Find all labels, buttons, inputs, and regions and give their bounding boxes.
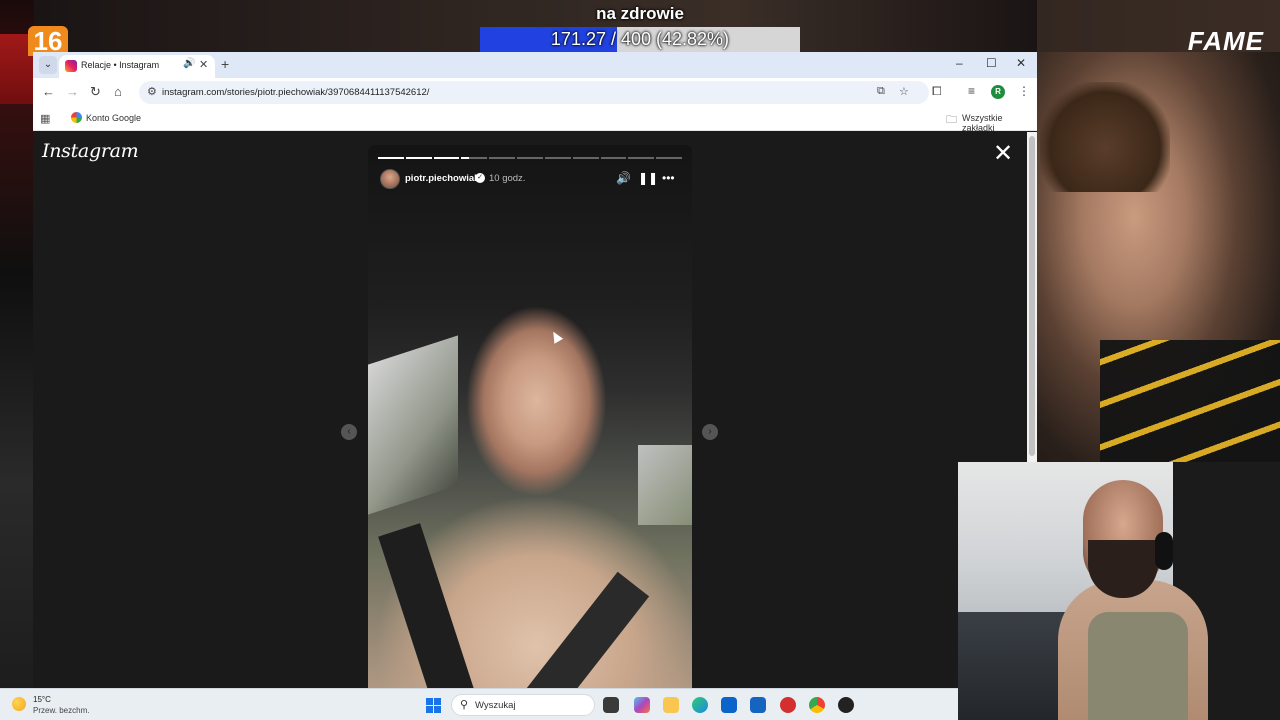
stream-stage: 16 FAME na zdrowie 171.27 / 400 (42.82%)… [0, 0, 1280, 720]
back-button[interactable]: ← [42, 84, 55, 99]
profile-avatar[interactable]: R [991, 85, 1005, 99]
minimize-button[interactable]: – [956, 56, 963, 70]
seatbelt [506, 571, 650, 690]
pause-icon[interactable]: ❚❚ [638, 171, 658, 185]
taskbar: 15°C Przew. bezchm. ⚲ Wyszukaj [0, 688, 958, 720]
copilot-icon[interactable] [634, 697, 650, 713]
streamer-shirt [1100, 340, 1280, 464]
media-controls-icon[interactable]: ≡ [968, 84, 975, 98]
extensions-icon[interactable]: ⧠ [932, 84, 942, 99]
story-username[interactable]: piotr.piechowiak [405, 173, 479, 184]
search-icon: ⚲ [460, 699, 469, 711]
close-window-button[interactable]: ✕ [1016, 56, 1026, 70]
maximize-button[interactable]: ☐ [986, 56, 997, 70]
story-progress-segment [405, 157, 432, 159]
all-bookmarks-button[interactable]: Wszystkie zakładki [962, 113, 1037, 133]
instagram-icon [65, 60, 77, 72]
google-icon [71, 112, 82, 123]
store-icon[interactable] [750, 697, 766, 713]
story-progress-segment [461, 157, 488, 159]
fame-logo: FAME [1187, 26, 1264, 56]
story-video[interactable]: piotr.piechowiak ✓ 10 godz. 🔊 ❚❚ ••• [368, 145, 692, 690]
story-user-avatar[interactable] [380, 169, 400, 189]
story-progress-bar [378, 157, 682, 159]
obs-icon[interactable] [838, 697, 854, 713]
apps-grid-icon[interactable]: ▦ [40, 112, 50, 125]
address-bar[interactable]: ⚙ instagram.com/stories/piotr.piechowiak… [139, 81, 929, 104]
taskbar-search[interactable]: ⚲ Wyszukaj [451, 694, 595, 716]
story-time: 10 godz. [489, 173, 526, 184]
search-placeholder: Wyszukaj [475, 700, 516, 711]
edge-icon[interactable] [692, 697, 708, 713]
story-progress-segment [517, 157, 543, 159]
speaker-icon[interactable]: 🔊 [183, 58, 195, 69]
streamer-facecam [958, 462, 1280, 720]
browser-window: ⌄ Relacje • Instagram 🔊 ✕ + – ☐ ✕ ← → ↻ … [33, 52, 1037, 690]
facecam-tank-top [1088, 612, 1188, 720]
menu-icon[interactable]: ⋮ [1018, 84, 1030, 98]
url-text[interactable]: instagram.com/stories/piotr.piechowiak/3… [162, 87, 429, 98]
story-progress-segment [572, 157, 599, 159]
weather-description[interactable]: Przew. bezchm. [33, 706, 89, 715]
story-progress-segment [544, 157, 571, 159]
cast-icon[interactable]: ⧉ [877, 85, 885, 98]
app-red-icon[interactable] [780, 697, 796, 713]
more-icon[interactable]: ••• [662, 171, 675, 185]
verified-badge-icon: ✓ [475, 173, 485, 183]
outlook-icon[interactable] [721, 697, 737, 713]
tab-bar: ⌄ Relacje • Instagram 🔊 ✕ + – ☐ ✕ [33, 52, 1037, 78]
donation-goal-bar: 171.27 / 400 (42.82%) [480, 27, 800, 52]
file-explorer-icon[interactable] [663, 697, 679, 713]
task-view-icon[interactable] [603, 697, 619, 713]
weather-temperature[interactable]: 15°C [33, 695, 51, 704]
home-icon[interactable]: ⌂ [114, 84, 122, 99]
forward-button[interactable]: → [66, 84, 79, 99]
story-progress-segment [378, 157, 404, 159]
car-window-left [368, 335, 458, 515]
tab-title: Relacje • Instagram [81, 60, 160, 70]
story-progress-segment [600, 157, 627, 159]
story-header: piotr.piechowiak ✓ 10 godz. 🔊 ❚❚ ••• [380, 169, 680, 189]
reload-button[interactable]: ↻ [90, 84, 101, 100]
facecam-headset [1155, 532, 1173, 570]
story-progress-segment [628, 157, 655, 159]
previous-story-button[interactable]: ‹ [341, 424, 357, 440]
scrollbar-thumb[interactable] [1029, 136, 1035, 456]
bookmarks-bar: ▦ Konto Google 🗀 Wszystkie zakładki [33, 107, 1037, 133]
weather-icon[interactable] [12, 697, 26, 711]
story-progress-segment [656, 157, 682, 159]
story-progress-segment [433, 157, 460, 159]
windows-start-icon[interactable] [426, 698, 441, 713]
donation-goal-text: 171.27 / 400 (42.82%) [550, 29, 730, 49]
next-story-button[interactable]: › [702, 424, 718, 440]
streamer-hair [1040, 82, 1170, 192]
close-story-button[interactable]: ✕ [993, 142, 1013, 166]
bookmark-star-icon[interactable]: ☆ [899, 85, 909, 98]
folder-icon: 🗀 [946, 114, 957, 126]
seat-headrest [378, 523, 482, 690]
tab-instagram[interactable]: Relacje • Instagram 🔊 ✕ [59, 55, 215, 78]
browser-toolbar: ← → ↻ ⌂ ⚙ instagram.com/stories/piotr.pi… [33, 78, 1037, 107]
bookmark-google-account[interactable]: Konto Google [86, 113, 141, 123]
new-tab-button[interactable]: + [221, 56, 229, 72]
story-progress-segment [489, 157, 516, 159]
instagram-logo[interactable]: Instagram [42, 140, 139, 162]
site-info-icon[interactable]: ⚙ [147, 85, 157, 98]
tab-search-button[interactable]: ⌄ [39, 56, 57, 74]
car-window-right [638, 445, 692, 525]
instagram-story-viewer: Instagram ✕ ‹ › piotr.piechowiak ✓ 10 go… [33, 132, 1027, 690]
close-tab-button[interactable]: ✕ [199, 58, 208, 71]
volume-icon[interactable]: 🔊 [616, 171, 631, 185]
chrome-icon[interactable] [809, 697, 825, 713]
mouse-cursor [548, 329, 564, 344]
donation-goal-title: na zdrowie [596, 4, 684, 23]
